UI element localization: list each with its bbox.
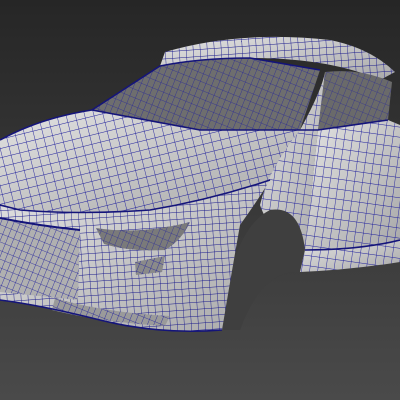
front-grille [0,217,81,300]
car-wireframe-model[interactable] [0,0,400,400]
side-door-panel[interactable] [305,120,400,250]
3d-viewport[interactable] [0,0,400,400]
